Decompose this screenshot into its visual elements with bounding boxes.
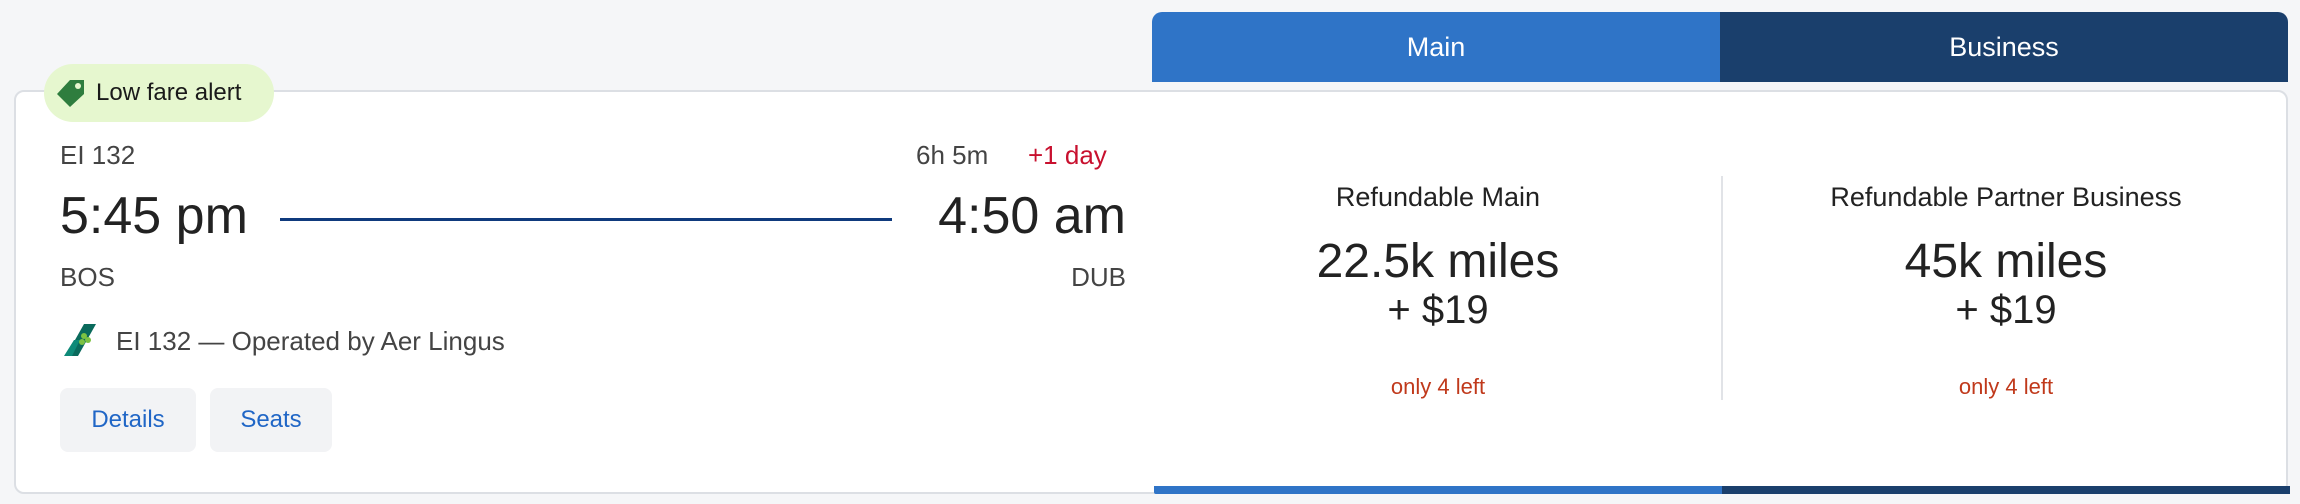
day-offset: +1 day — [1028, 140, 1107, 170]
flight-card: EI 132 6h 5m +1 day 5:45 pm 4:50 am BOS … — [14, 90, 2290, 494]
fare-availability: only 4 left — [1958, 374, 2054, 399]
flight-duration: 6h 5m — [916, 140, 989, 170]
low-fare-alert-label: Low fare alert — [96, 79, 242, 106]
fare-name: Refundable Partner Business — [1830, 182, 2182, 212]
details-button[interactable]: Details — [60, 388, 196, 452]
low-fare-alert-badge: Low fare alert — [44, 64, 274, 122]
origin-code: BOS — [60, 262, 115, 292]
fare-options: Refundable Main 22.5k miles + $19 only 4… — [1154, 92, 2290, 494]
arrival-time: 4:50 am — [938, 187, 1126, 245]
fare-fee: + $19 — [1955, 288, 2057, 332]
fare-option-main[interactable]: Refundable Main 22.5k miles + $19 only 4… — [1154, 92, 1722, 492]
fare-fee: + $19 — [1387, 288, 1489, 332]
tab-main[interactable]: Main — [1152, 12, 1720, 82]
destination-code: DUB — [1071, 262, 1126, 292]
departure-time: 5:45 pm — [60, 187, 248, 245]
flight-summary: EI 132 6h 5m +1 day 5:45 pm 4:50 am BOS … — [16, 92, 1154, 492]
fare-divider — [1721, 176, 1723, 400]
fare-miles: 45k miles — [1904, 235, 2108, 288]
operated-by: EI 132 — Operated by Aer Lingus — [116, 326, 505, 356]
business-cabin-bar — [1722, 486, 2290, 494]
aer-lingus-logo-icon — [64, 324, 96, 356]
seats-button[interactable]: Seats — [210, 388, 332, 452]
fare-miles: 22.5k miles — [1316, 235, 1560, 288]
flight-number: EI 132 — [60, 140, 136, 170]
fare-option-business[interactable]: Refundable Partner Business 45k miles + … — [1722, 92, 2290, 492]
main-cabin-bar — [1154, 486, 1722, 494]
tab-business[interactable]: Business — [1720, 12, 2288, 82]
fare-availability: only 4 left — [1390, 374, 1486, 399]
route-line — [280, 218, 892, 221]
fare-name: Refundable Main — [1335, 182, 1541, 212]
tag-icon — [57, 80, 84, 107]
cabin-tabs: Main Business — [1152, 12, 2288, 82]
